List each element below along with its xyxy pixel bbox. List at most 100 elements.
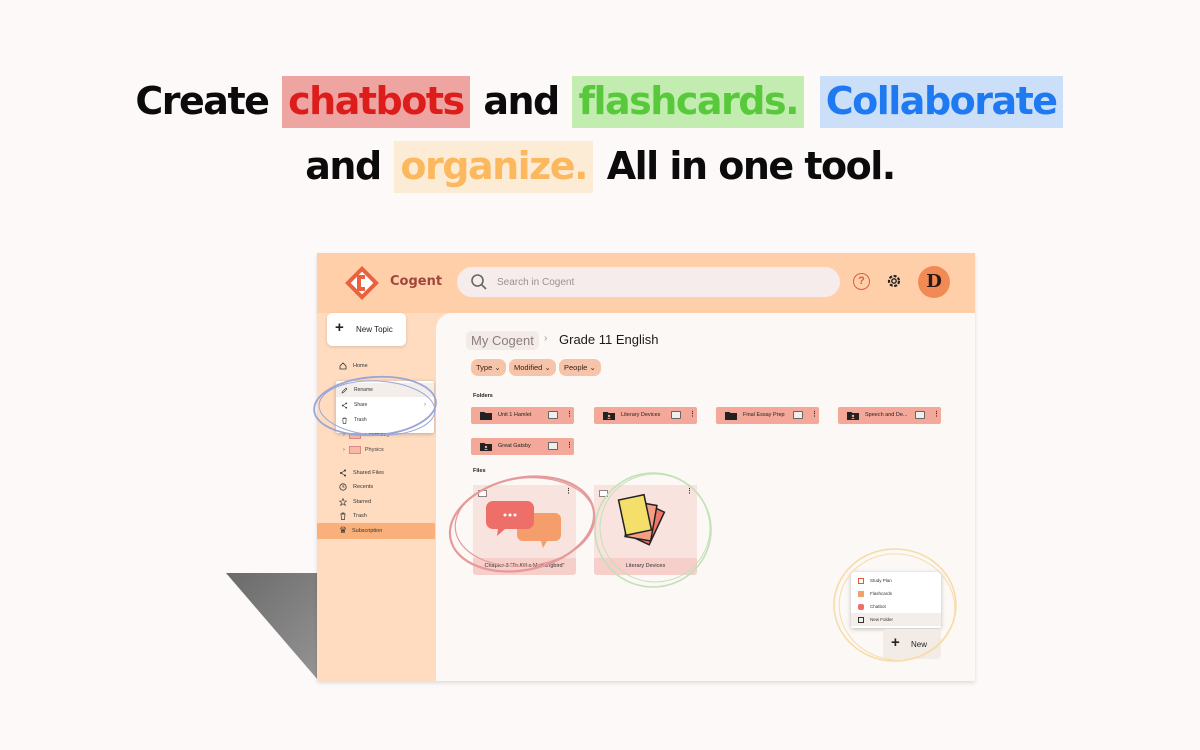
sidebar-item-home[interactable]: Home xyxy=(339,361,368,371)
sidebar-item-starred[interactable]: Starred xyxy=(339,497,371,507)
headline-chatbots: chatbots xyxy=(282,76,470,128)
new-topic-button[interactable]: + New Topic xyxy=(327,313,406,346)
filter-label: Modified xyxy=(514,363,543,372)
crown-icon: ♛ xyxy=(339,525,348,535)
context-menu-trash[interactable]: Trash xyxy=(336,413,434,427)
sidebar-item-physics[interactable]: › Physics xyxy=(343,446,384,454)
sidebar-item-label: Home xyxy=(353,363,368,369)
headline-collaborate: Collaborate xyxy=(819,76,1063,128)
folder-item[interactable]: Literary Devices ⋮ xyxy=(594,407,697,424)
search-bar[interactable] xyxy=(457,267,840,297)
flashcards-icon xyxy=(858,590,864,597)
folder-label: Unit 1 Hamlet xyxy=(498,412,532,418)
new-menu-new-folder[interactable]: New Folder xyxy=(851,613,941,626)
sidebar-item-trash[interactable]: Trash xyxy=(339,511,367,521)
shared-folder-icon xyxy=(480,443,492,451)
avatar[interactable]: D xyxy=(918,266,950,298)
clock-icon xyxy=(339,483,347,491)
folder-item[interactable]: Unit 1 Hamlet ⋮ xyxy=(471,407,574,424)
screen-icon xyxy=(671,411,681,419)
home-icon xyxy=(339,362,347,370)
search-input[interactable] xyxy=(497,267,827,297)
context-menu-label: Trash xyxy=(354,417,367,423)
brand-name: Cogent xyxy=(390,274,443,289)
file-card-chatbot[interactable]: ⋮ Chapter 3 "To Kill a Mockingbird" xyxy=(473,485,576,575)
sidebar-item-subscription[interactable]: ♛ Subscription xyxy=(317,523,435,539)
more-icon[interactable]: ⋮ xyxy=(566,410,573,418)
filter-type[interactable]: Type ⌄ xyxy=(471,359,506,376)
new-menu-chatbot[interactable]: Chatbot xyxy=(851,600,941,613)
top-bar: Cogent ? D xyxy=(317,253,975,313)
more-icon[interactable]: ⋮ xyxy=(689,410,696,418)
folder-label: Literary Devices xyxy=(621,412,661,418)
folders-heading: Folders xyxy=(473,393,493,399)
new-menu-study-plan[interactable]: Study Plan xyxy=(851,574,941,587)
shared-folder-icon xyxy=(847,412,859,420)
sidebar-item-label: Physics xyxy=(364,447,384,453)
new-menu-flashcards[interactable]: Flashcards xyxy=(851,587,941,600)
headline-organize: organize. xyxy=(394,141,593,193)
headline-flashcards: flashcards. xyxy=(572,76,805,128)
checkbox[interactable] xyxy=(599,490,608,497)
plus-icon: + xyxy=(891,634,900,651)
gear-icon[interactable] xyxy=(885,272,903,290)
main-panel: My Cogent › Grade 11 English Type ⌄ Modi… xyxy=(436,313,975,681)
file-label: Literary Devices xyxy=(625,563,666,569)
file-label: Chapter 3 "To Kill a Mockingbird" xyxy=(484,563,565,569)
filter-label: Type xyxy=(476,363,493,372)
chat-bubbles-icon xyxy=(858,603,864,610)
headline-line-2: and organize. All in one tool. xyxy=(0,141,1200,193)
breadcrumb-root[interactable]: My Cogent xyxy=(466,331,539,350)
new-menu-label: Flashcards xyxy=(870,591,893,596)
cogent-logo-icon xyxy=(345,266,379,300)
sidebar-item-label: Trash xyxy=(353,513,367,519)
more-icon[interactable]: ⋮ xyxy=(933,410,940,418)
headline-and: and xyxy=(483,79,560,123)
chevron-right-icon: › xyxy=(424,402,426,408)
folder-item[interactable]: Final Essay Prep ⋮ xyxy=(716,407,819,424)
trash-icon xyxy=(342,417,347,424)
more-icon[interactable]: ⋮ xyxy=(811,410,818,418)
more-icon[interactable]: ⋮ xyxy=(566,441,573,449)
file-card-flashcards[interactable]: ⋮ Literary Devices xyxy=(594,485,697,575)
star-icon xyxy=(339,498,347,506)
filter-modified[interactable]: Modified ⌄ xyxy=(509,359,556,376)
files-heading: Files xyxy=(473,468,486,474)
screen-icon xyxy=(915,411,925,419)
sidebar-item-recents[interactable]: Recents xyxy=(339,482,373,492)
new-menu-label: Study Plan xyxy=(870,578,892,583)
folder-label: Final Essay Prep xyxy=(743,412,785,418)
chat-bubbles-icon xyxy=(486,501,561,548)
context-menu-rename[interactable]: Rename xyxy=(336,383,434,397)
filter-label: People xyxy=(564,363,588,372)
flashcards-thumbnail xyxy=(594,485,697,558)
new-topic-label: New Topic xyxy=(356,325,393,334)
context-menu-share[interactable]: Share › xyxy=(336,398,434,412)
context-menu-label: Share xyxy=(354,402,368,408)
more-icon[interactable]: ⋮ xyxy=(565,487,572,495)
folder-item[interactable]: Speech and De... ⋮ xyxy=(838,407,941,424)
folder-item[interactable]: Great Gatsby ⋮ xyxy=(471,438,574,455)
trash-icon xyxy=(340,512,346,520)
new-menu-label: New Folder xyxy=(870,617,894,622)
checkbox[interactable] xyxy=(478,490,487,497)
folder-icon xyxy=(480,412,492,420)
new-button[interactable]: + New xyxy=(883,629,941,659)
sidebar-item-label: Starred xyxy=(353,499,372,505)
chevron-right-icon: › xyxy=(544,333,548,344)
study-plan-icon xyxy=(858,577,864,584)
sidebar-item-shared[interactable]: Shared Files xyxy=(339,468,384,478)
screen-icon xyxy=(548,442,558,450)
screen-icon xyxy=(793,411,803,419)
more-icon[interactable]: ⋮ xyxy=(686,487,693,495)
share-icon xyxy=(341,401,348,409)
sidebar-item-label: Recents xyxy=(353,484,374,490)
plus-icon: + xyxy=(335,319,344,336)
filter-people[interactable]: People ⌄ xyxy=(559,359,601,376)
chatbot-thumbnail xyxy=(473,485,576,558)
search-icon xyxy=(471,274,487,290)
folder-label: Speech and De... xyxy=(865,412,908,418)
folder-icon xyxy=(858,616,864,623)
new-menu-label: Chatbot xyxy=(870,604,886,609)
help-icon[interactable]: ? xyxy=(853,273,870,290)
